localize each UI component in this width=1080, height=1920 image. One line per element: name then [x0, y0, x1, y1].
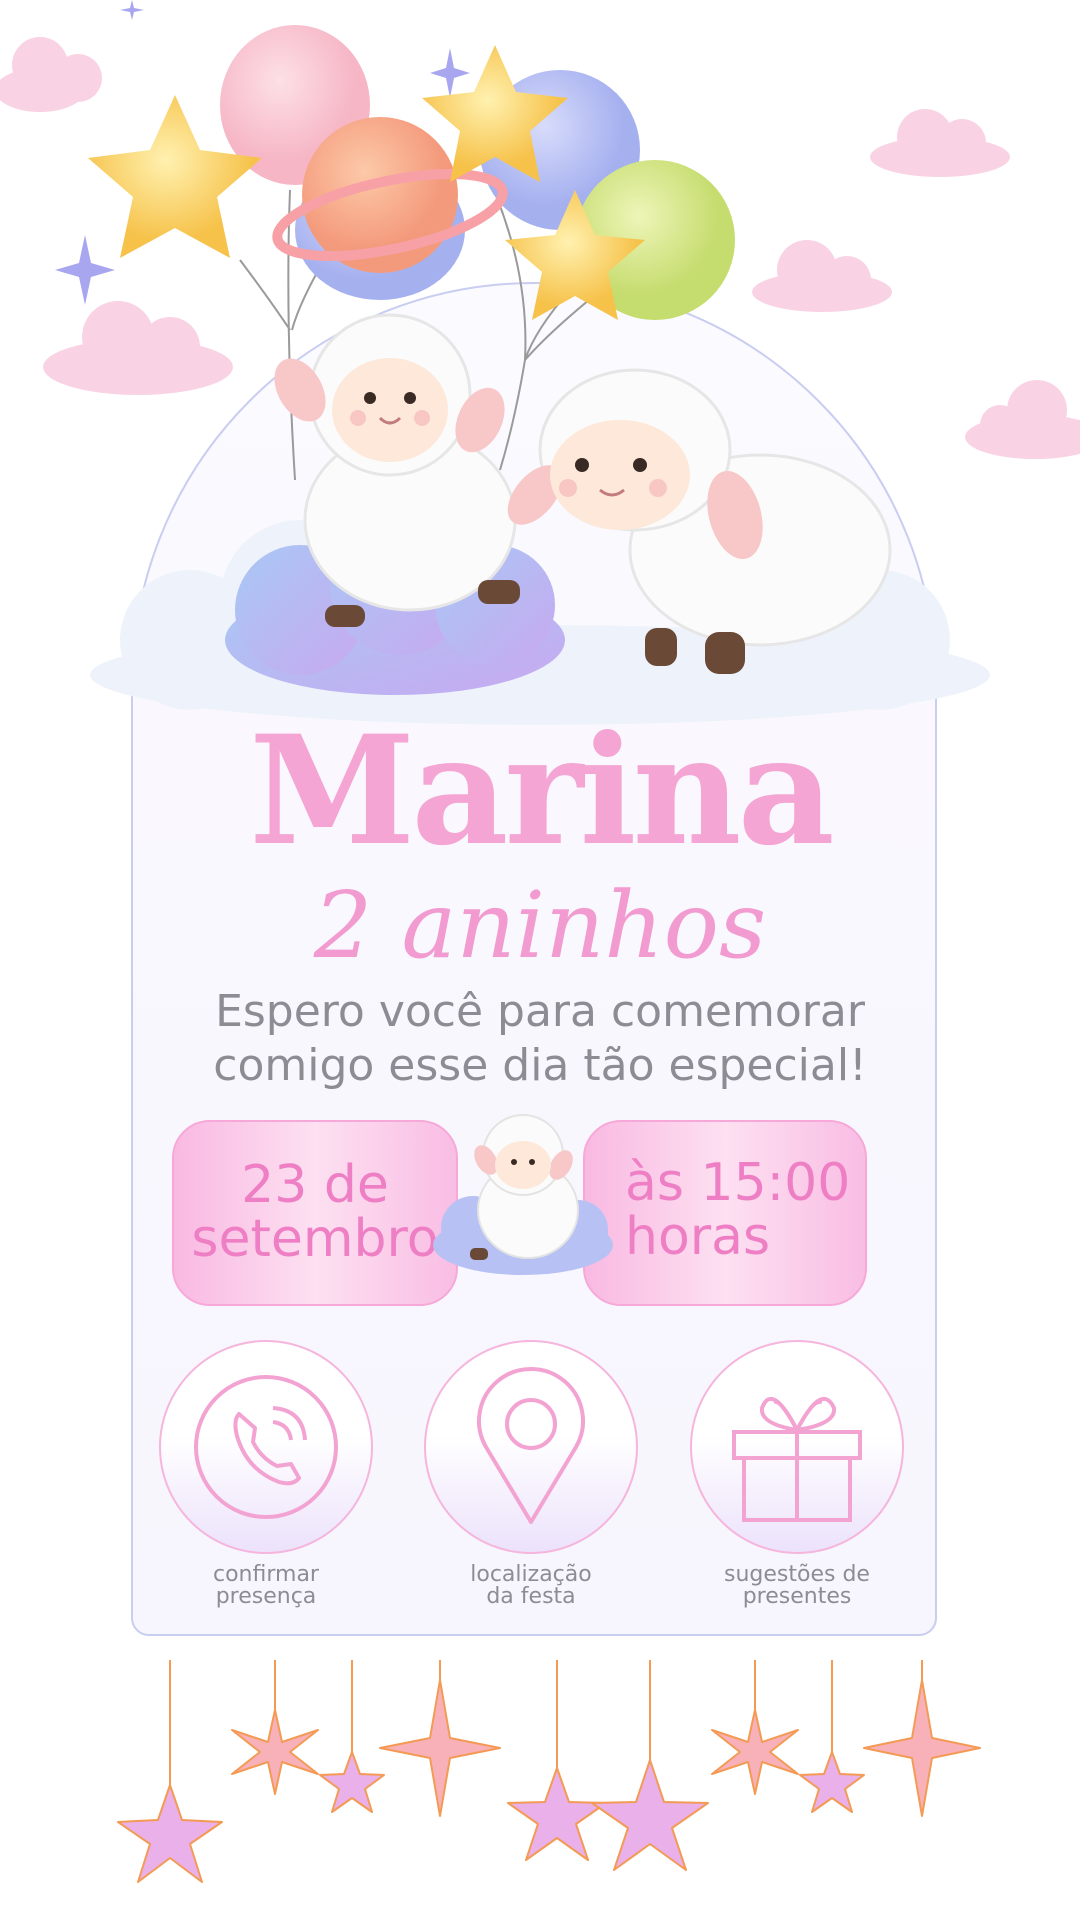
- location-pin-icon: [477, 1367, 585, 1524]
- phone-icon: [194, 1375, 338, 1519]
- party-location-label: localização da festa: [470, 1562, 592, 1609]
- confirm-attendance-label: confirmar presença: [213, 1562, 319, 1609]
- event-time-badge: às 15:00 horas: [583, 1120, 867, 1306]
- gift-icon: [732, 1396, 862, 1522]
- sheep-balloons-illustration: [88, 25, 990, 725]
- invitation-message: Espero você para comemorar comigo esse d…: [213, 986, 867, 1091]
- child-age: 2 aninhos: [313, 872, 767, 979]
- party-location-button[interactable]: [424, 1340, 638, 1554]
- hanging-stars-decoration: [117, 1660, 981, 1883]
- child-name: Marina: [249, 703, 835, 879]
- confirm-attendance-button[interactable]: [159, 1340, 373, 1554]
- gift-suggestions-button[interactable]: [690, 1340, 904, 1554]
- invitation-card: Marina 2 aninhos Espero você para comemo…: [0, 0, 1080, 1920]
- small-sheep-illustration: [433, 1114, 613, 1275]
- gift-suggestions-label: sugestões de presentes: [724, 1562, 870, 1609]
- event-date-badge: 23 de setembro: [172, 1120, 458, 1306]
